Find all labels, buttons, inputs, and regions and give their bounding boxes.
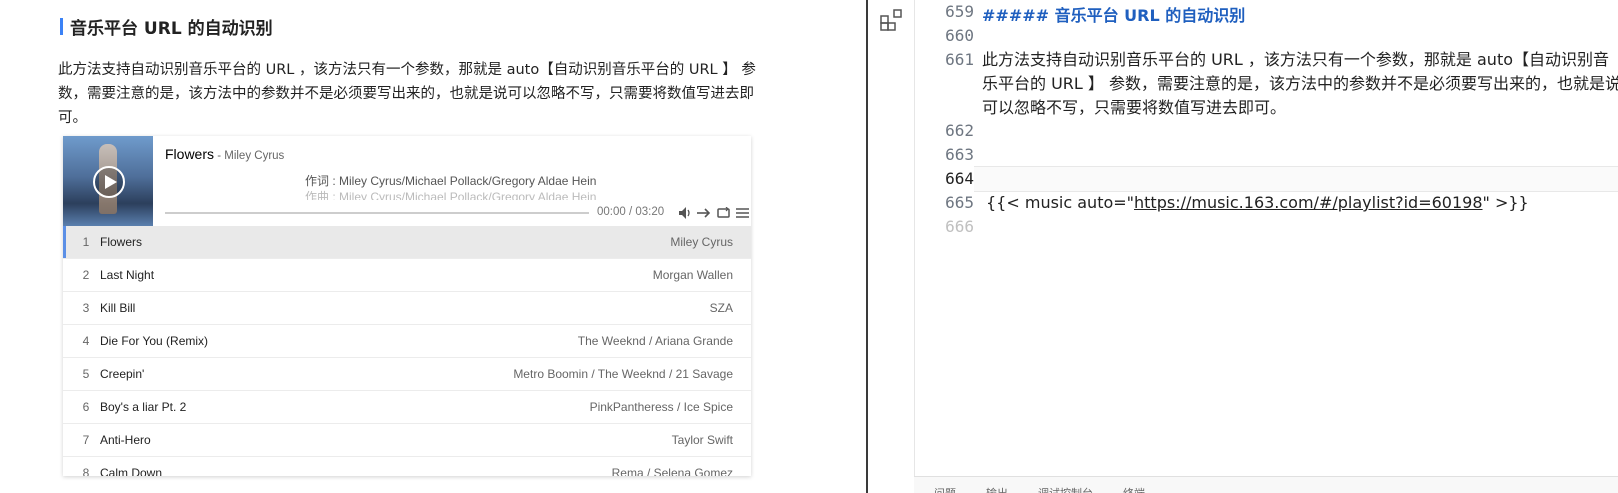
description-paragraph: 此方法支持自动识别音乐平台的 URL ，该方法只有一个参数，那就是 auto【自… <box>58 62 756 126</box>
track-name: Kill Bill <box>100 301 136 315</box>
section-heading: 音乐平台 URL 的自动识别 <box>60 14 273 39</box>
shortcode-suffix: " >}} <box>1482 193 1529 212</box>
track-name: Flowers <box>100 235 143 249</box>
bottom-panel-bar: 问题 输出 调试控制台 终端 <box>914 476 1618 493</box>
time-readout: 00:00 / 03:20 <box>597 206 665 218</box>
track-number: 6 <box>82 400 90 414</box>
tab-terminal[interactable]: 终端 <box>1123 485 1145 493</box>
track-artist: Miley Cyrus <box>670 235 733 249</box>
volume-icon[interactable] <box>678 206 692 220</box>
line-number: 661 <box>945 50 974 69</box>
album-cover <box>63 136 153 226</box>
track-artist: Taylor Swift <box>671 433 733 447</box>
now-playing-title: Flowers - Miley Cyrus <box>165 146 745 162</box>
play-button[interactable] <box>93 166 125 198</box>
track-name: Anti-Hero <box>100 433 151 447</box>
playlist-track-row[interactable]: 2 Last Night Morgan Wallen <box>63 259 751 292</box>
song-title: Flowers <box>165 146 215 162</box>
song-artist: - Miley Cyrus <box>214 150 285 162</box>
tab-output[interactable]: 输出 <box>986 485 1008 493</box>
playlist-track-row[interactable]: 4 Die For You (Remix) The Weeknd / Ariana … <box>63 325 751 358</box>
track-number: 7 <box>82 433 90 447</box>
track-number: 3 <box>82 301 90 315</box>
line-number: 660 <box>945 26 974 45</box>
line-number: 663 <box>945 145 974 164</box>
code-editor: 659 660 661 662 663 664 665 666 ##### 音乐… <box>868 0 1618 493</box>
menu-icon[interactable] <box>735 206 749 220</box>
track-artist: SZA <box>709 301 733 315</box>
track-number: 4 <box>82 334 90 348</box>
track-name: Calm Down <box>100 466 163 476</box>
line-number-current: 664 <box>945 169 974 188</box>
line-number: 665 <box>945 193 974 212</box>
extensions-icon[interactable] <box>880 8 904 36</box>
track-number: 5 <box>82 367 90 381</box>
current-line-highlight <box>974 166 1618 192</box>
shortcode-prefix: {{< music auto=" <box>986 193 1135 212</box>
line-number: 666 <box>945 217 974 236</box>
code-body-line[interactable]: 此方法支持自动识别音乐平台的 URL ，该方法只有一个参数，那就是 auto【自… <box>982 48 1618 120</box>
track-artist: PinkPantheress / Ice Spice <box>589 400 733 414</box>
playlist-track-row[interactable]: 1 Flowers Miley Cyrus <box>63 226 751 259</box>
track-artist: Morgan Wallen <box>652 268 733 282</box>
track-number: 1 <box>82 235 90 249</box>
lyric-line-next: 作曲 : Miley Cyrus/Michael Pollack/Gregory… <box>305 190 597 200</box>
tab-problems[interactable]: 问题 <box>934 485 956 493</box>
track-name: Last Night <box>100 268 155 282</box>
shortcode-url-link[interactable]: https://music.163.com/#/playlist?id=6019… <box>1134 193 1483 212</box>
track-artist: Rema / Selena Gomez <box>611 466 733 476</box>
heading-text: 音乐平台 URL 的自动识别 <box>70 19 273 39</box>
code-heading-line[interactable]: ##### 音乐平台 URL 的自动识别 <box>982 2 1245 26</box>
line-number: 659 <box>945 2 974 21</box>
order-icon[interactable] <box>697 206 711 220</box>
track-name: Boy's a liar Pt. 2 <box>100 400 187 414</box>
track-artist: The Weeknd / Ariana Grande <box>577 334 733 348</box>
heading-accent-bar <box>60 18 63 35</box>
track-artist: Metro Boomin / The Weeknd / 21 Savage <box>513 367 733 381</box>
playlist-track-row[interactable]: 6 Boy's a liar Pt. 2 PinkPantheress / Ice … <box>63 391 751 424</box>
progress-bar[interactable] <box>165 212 589 214</box>
play-icon <box>104 175 117 189</box>
markdown-preview: 音乐平台 URL 的自动识别 此方法支持自动识别音乐平台的 URL ，该方法只有… <box>0 0 866 493</box>
playlist-track-row[interactable]: 3 Kill Bill SZA <box>63 292 751 325</box>
playlist-track-row[interactable]: 8 Calm Down Rema / Selena Gomez <box>63 457 751 476</box>
playlist: 1 Flowers Miley Cyrus 2 Last Night Morgan Wal… <box>63 226 751 476</box>
track-number: 2 <box>82 268 90 282</box>
track-name: Die For You (Remix) <box>100 334 209 348</box>
music-player: Flowers - Miley Cyrus 作词 : Miley Cyrus/M… <box>63 136 751 476</box>
playlist-track-row[interactable]: 7 Anti-Hero Taylor Swift <box>63 424 751 457</box>
track-name: Creepin' <box>100 367 145 381</box>
line-number: 662 <box>945 121 974 140</box>
track-number: 8 <box>82 466 90 476</box>
player-info: Flowers - Miley Cyrus 作词 : Miley Cyrus/M… <box>165 146 749 226</box>
player-controls <box>678 206 749 220</box>
lyric-line: 作词 : Miley Cyrus/Michael Pollack/Gregory… <box>305 174 597 188</box>
loop-icon[interactable] <box>716 206 730 220</box>
activity-bar <box>868 0 915 493</box>
tab-debug-console[interactable]: 调试控制台 <box>1038 485 1093 493</box>
code-shortcode-line[interactable]: {{< music auto="https://music.163.com/#/… <box>986 193 1529 212</box>
playlist-track-row[interactable]: 5 Creepin' Metro Boomin / The Weeknd / 21 … <box>63 358 751 391</box>
